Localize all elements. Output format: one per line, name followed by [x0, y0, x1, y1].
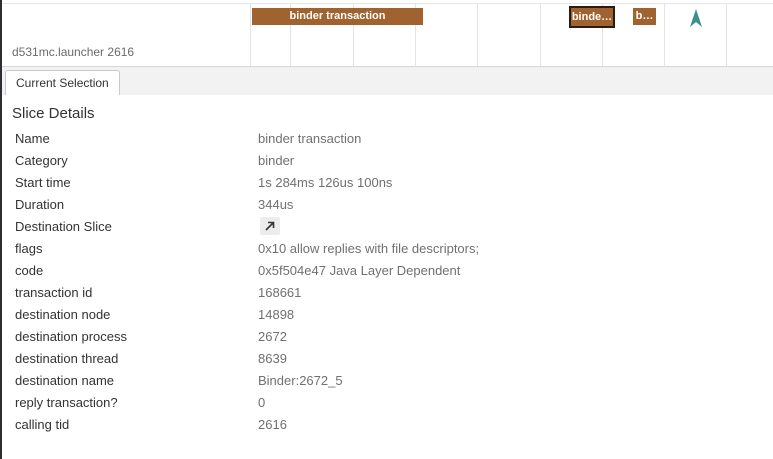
details-row-category: Category binder [2, 150, 773, 172]
details-row-destination-node: destination node 14898 [2, 304, 773, 326]
gridline [540, 4, 541, 66]
row-key: reply transaction? [15, 395, 118, 410]
row-key: flags [15, 241, 43, 256]
gridline [250, 4, 251, 66]
details-row-destination-slice: Destination Slice [2, 216, 773, 238]
row-key: code [15, 263, 44, 278]
row-key: Destination Slice [15, 219, 112, 234]
gridline [664, 4, 665, 66]
row-value: 1s 284ms 126us 100ns [258, 175, 393, 190]
row-value: 2672 [258, 329, 287, 344]
timeline-track[interactable]: binder transaction binde… b… d531mc.laun… [2, 0, 773, 67]
tab-current-selection[interactable]: Current Selection [5, 70, 120, 96]
row-key: Category [15, 153, 68, 168]
row-value: 0x10 allow replies with file descriptors… [258, 241, 480, 256]
details-tab-bar: Current Selection [2, 67, 773, 96]
row-key: calling tid [15, 417, 70, 432]
go-to-slice-arrow-icon[interactable] [260, 217, 280, 235]
row-key: Start time [15, 175, 71, 190]
row-key: transaction id [15, 285, 93, 300]
details-row-transaction-id: transaction id 168661 [2, 282, 773, 304]
details-row-code: code 0x5f504e47 Java Layer Dependent [2, 260, 773, 282]
row-value: 344us [258, 197, 294, 212]
row-value: 8639 [258, 351, 287, 366]
details-row-destination-thread: destination thread 8639 [2, 348, 773, 370]
details-row-reply-transaction: reply transaction? 0 [2, 392, 773, 414]
slice-details-panel: Slice Details Name binder transaction Ca… [2, 95, 773, 459]
row-value: 14898 [258, 307, 295, 322]
gridline [477, 4, 478, 66]
row-key: destination node [15, 307, 111, 322]
details-row-destination-name: destination name Binder:2672_5 [2, 370, 773, 392]
row-value: binder transaction [258, 131, 362, 146]
flow-arrow-up-icon[interactable] [690, 9, 702, 27]
row-value: 0 [258, 395, 266, 410]
row-key: Duration [15, 197, 65, 212]
track-top-divider [2, 3, 773, 4]
details-row-flags: flags 0x10 allow replies with file descr… [2, 238, 773, 260]
row-key: destination process [15, 329, 128, 344]
row-key: destination name [15, 373, 115, 388]
row-key: Name [15, 131, 50, 146]
row-value: 0x5f504e47 Java Layer Dependent [258, 263, 461, 278]
row-value: 168661 [258, 285, 302, 300]
timeline-slice-selected[interactable]: binde… [569, 6, 615, 28]
row-value: binder [258, 153, 295, 168]
gridline [726, 4, 727, 66]
details-row-name: Name binder transaction [2, 128, 773, 150]
details-row-duration: Duration 344us [2, 194, 773, 216]
panel-title: Slice Details [12, 105, 95, 122]
details-row-destination-process: destination process 2672 [2, 326, 773, 348]
track-label: d531mc.launcher 2616 [12, 45, 135, 59]
details-row-calling-tid: calling tid 2616 [2, 414, 773, 436]
timeline-slice-small[interactable]: b… [633, 8, 656, 25]
details-table: Name binder transaction Category binder … [2, 128, 773, 436]
row-key: destination thread [15, 351, 119, 366]
row-value: Binder:2672_5 [258, 373, 343, 388]
details-row-start-time: Start time 1s 284ms 126us 100ns [2, 172, 773, 194]
row-value: 2616 [258, 417, 287, 432]
timeline-slice-binder-transaction[interactable]: binder transaction [252, 8, 423, 25]
